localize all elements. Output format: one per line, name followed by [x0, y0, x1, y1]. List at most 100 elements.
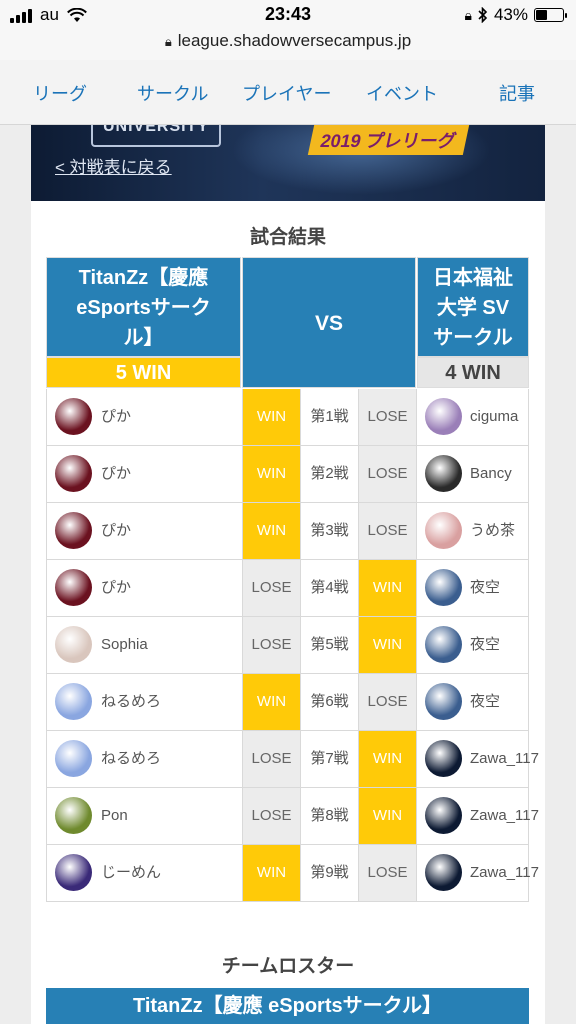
right-player[interactable]: 夜空 [416, 560, 529, 616]
url-bar[interactable]: 🔒︎ league.shadowversecampus.jp [0, 30, 576, 60]
right-player-name[interactable]: うめ茶 [470, 503, 515, 559]
back-to-bracket-link[interactable]: < 対戦表に戻る [55, 153, 172, 178]
match-row: ぴか WIN 第1戦 LOSE ciguma [46, 389, 529, 446]
status-bar: au 23:43 🔒︎ 43% [0, 0, 576, 30]
right-player[interactable]: ciguma [416, 389, 529, 445]
player-avatar[interactable] [55, 512, 92, 549]
left-result: WIN [242, 446, 300, 502]
player-avatar[interactable] [55, 797, 92, 834]
left-player-name[interactable]: Pon [101, 788, 128, 844]
match-card: UNIVERSITY 2019 プレリーグ < 対戦表に戻る 試合結果 Tita… [31, 125, 545, 1024]
match-row: じーめん WIN 第9戦 LOSE Zawa_117 [46, 845, 539, 902]
match-row: Sophia LOSE 第5戦 WIN 夜空 [46, 617, 529, 674]
right-player[interactable]: 夜空 [416, 674, 529, 730]
right-result: LOSE [358, 503, 416, 559]
match-row: ぴか LOSE 第4戦 WIN 夜空 [46, 560, 529, 617]
game-number: 第6戦 [300, 674, 358, 730]
left-player[interactable]: Pon [46, 788, 242, 844]
game-number: 第8戦 [300, 788, 358, 844]
left-player[interactable]: ぴか [46, 446, 242, 502]
right-player-name[interactable]: Zawa_117 [470, 731, 539, 787]
team-left-score: 5 WIN [46, 357, 241, 388]
left-player[interactable]: ぴか [46, 503, 242, 559]
right-player[interactable]: Zawa_117 [416, 845, 539, 901]
right-player[interactable]: Zawa_117 [416, 788, 539, 844]
url-text: league.shadowversecampus.jp [177, 31, 412, 50]
left-result: WIN [242, 389, 300, 445]
player-avatar[interactable] [55, 626, 92, 663]
nav-circle[interactable]: サークル [137, 80, 208, 106]
lock-icon: 🔒︎ [164, 34, 172, 49]
roster-title: チームロスター [221, 956, 355, 977]
right-result: WIN [358, 788, 416, 844]
left-player-name[interactable]: ぴか [101, 503, 131, 559]
match-row: ねるめろ WIN 第6戦 LOSE 夜空 [46, 674, 529, 731]
match-row: ねるめろ LOSE 第7戦 WIN Zawa_117 [46, 731, 539, 788]
player-avatar[interactable] [425, 797, 462, 834]
left-result: WIN [242, 674, 300, 730]
left-player-name[interactable]: ぴか [101, 560, 131, 616]
left-result: LOSE [242, 560, 300, 616]
right-player[interactable]: Bancy [416, 446, 529, 502]
right-player-name[interactable]: ciguma [470, 389, 518, 445]
player-avatar[interactable] [425, 854, 462, 891]
nav-player[interactable]: プレイヤー [242, 80, 331, 106]
game-number: 第9戦 [300, 845, 358, 901]
player-avatar[interactable] [425, 569, 462, 606]
team-right-name[interactable]: 日本福祉 大学 SV サークル [417, 257, 529, 357]
right-player-name[interactable]: 夜空 [470, 560, 500, 616]
nav-league[interactable]: リーグ [33, 80, 87, 106]
right-player-name[interactable]: 夜空 [470, 674, 500, 730]
right-player-name[interactable]: Bancy [470, 446, 512, 502]
player-avatar[interactable] [425, 398, 462, 435]
player-avatar[interactable] [55, 740, 92, 777]
player-avatar[interactable] [55, 398, 92, 435]
player-avatar[interactable] [425, 626, 462, 663]
left-result: LOSE [242, 617, 300, 673]
player-avatar[interactable] [55, 455, 92, 492]
team-right-score: 4 WIN [417, 357, 529, 388]
left-result: WIN [242, 845, 300, 901]
player-avatar[interactable] [425, 455, 462, 492]
left-player-name[interactable]: ぴか [101, 446, 131, 502]
left-player[interactable]: ねるめろ [46, 731, 242, 787]
left-player[interactable]: じーめん [46, 845, 242, 901]
team-left-name[interactable]: TitanZz【慶應 eSportsサーク ル】 [46, 257, 241, 357]
right-result: WIN [358, 617, 416, 673]
bluetooth-icon [478, 7, 488, 23]
left-player-name[interactable]: ねるめろ [101, 731, 161, 787]
roster-team-header: TitanZz【慶應 eSportsサークル】 [46, 988, 529, 1024]
left-player[interactable]: ねるめろ [46, 674, 242, 730]
left-player-name[interactable]: じーめん [101, 845, 161, 901]
player-avatar[interactable] [55, 569, 92, 606]
nav-event[interactable]: イベント [366, 80, 438, 106]
right-player[interactable]: 夜空 [416, 617, 529, 673]
right-player[interactable]: Zawa_117 [416, 731, 539, 787]
player-avatar[interactable] [55, 683, 92, 720]
right-player[interactable]: うめ茶 [416, 503, 529, 559]
player-avatar[interactable] [425, 740, 462, 777]
left-player[interactable]: ぴか [46, 560, 242, 616]
player-avatar[interactable] [55, 854, 92, 891]
left-player-name[interactable]: ねるめろ [101, 674, 161, 730]
game-number: 第2戦 [300, 446, 358, 502]
left-player-name[interactable]: Sophia [101, 617, 148, 673]
player-avatar[interactable] [425, 512, 462, 549]
left-player-name[interactable]: ぴか [101, 389, 131, 445]
left-player[interactable]: Sophia [46, 617, 242, 673]
right-player-name[interactable]: 夜空 [470, 617, 500, 673]
right-player-name[interactable]: Zawa_117 [470, 845, 539, 901]
player-avatar[interactable] [425, 683, 462, 720]
result-title: 試合結果 [249, 227, 326, 248]
game-number: 第5戦 [300, 617, 358, 673]
right-player-name[interactable]: Zawa_117 [470, 788, 539, 844]
left-player[interactable]: ぴか [46, 389, 242, 445]
site-nav: リーグ サークル プレイヤー イベント 記事 [0, 60, 576, 125]
left-result: LOSE [242, 788, 300, 844]
match-row: ぴか WIN 第2戦 LOSE Bancy [46, 446, 529, 503]
game-number: 第3戦 [300, 503, 358, 559]
match-row: Pon LOSE 第8戦 WIN Zawa_117 [46, 788, 539, 845]
status-right: 🔒︎ 43% [465, 5, 567, 25]
season-label: 2019 プレリーグ [307, 125, 470, 155]
nav-article[interactable]: 記事 [499, 80, 535, 106]
